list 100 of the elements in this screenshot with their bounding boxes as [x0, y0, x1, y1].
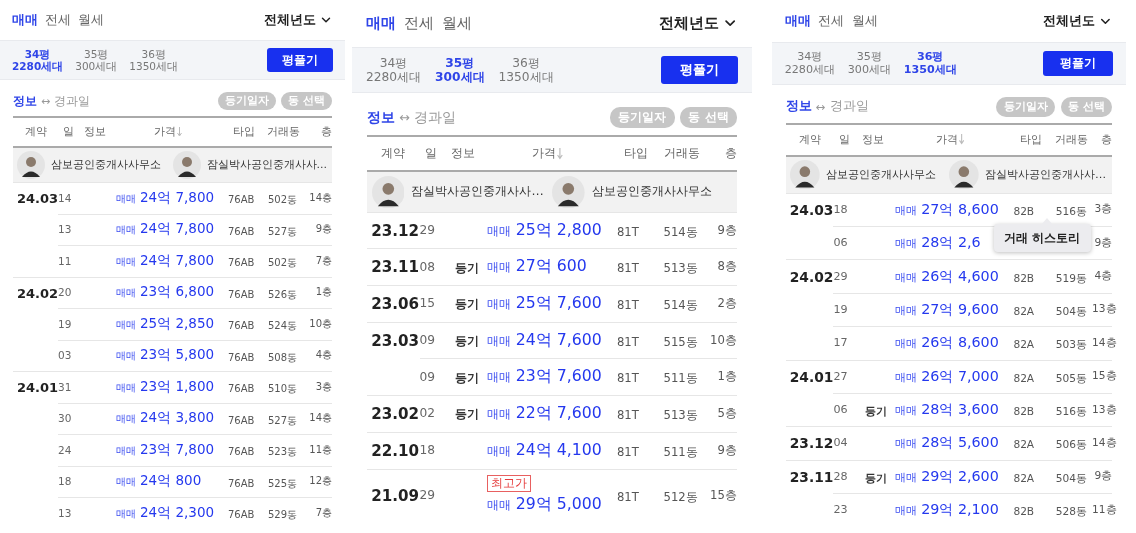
deal-tab[interactable]: 전세	[45, 11, 71, 29]
column-header[interactable]: 정보	[78, 125, 112, 139]
size-button[interactable]: 평풀기	[1043, 50, 1114, 77]
deal-price[interactable]: 24억 4,100	[515, 439, 602, 461]
floor-number: 3층	[314, 379, 332, 394]
deal-price[interactable]: 23억 7,800	[140, 440, 215, 459]
deal-price[interactable]: 24억 2,300	[140, 503, 215, 522]
size-option[interactable]: 34평 2280세대	[12, 47, 64, 73]
deal-price[interactable]: 27억 9,600	[921, 299, 999, 319]
building-number: 510동	[267, 383, 298, 395]
deal-tab[interactable]: 매매	[784, 12, 811, 31]
deal-price[interactable]: 26억 4,600	[921, 266, 999, 286]
size-area: 36평	[512, 55, 540, 70]
contract-day: 30	[58, 412, 78, 425]
column-header[interactable]: 가격	[154, 125, 176, 139]
deal-price[interactable]: 29억 2,600	[921, 466, 999, 486]
floor-number: 4층	[314, 348, 332, 363]
column-header[interactable]: 일	[419, 145, 443, 163]
deal-price[interactable]: 25억 7,600	[515, 292, 602, 314]
deal-price[interactable]: 26억 7,000	[921, 366, 999, 386]
column-header[interactable]: 가격	[935, 132, 958, 148]
column-header[interactable]: 정보	[442, 145, 483, 163]
agent-name[interactable]: 삼보공인중개사사무소	[51, 158, 161, 172]
deal-price[interactable]: 29억 5,000	[515, 494, 602, 516]
column-header[interactable]: 일	[58, 125, 78, 139]
deal-price[interactable]: 29억 2,100	[921, 500, 999, 520]
agent-name[interactable]: 삼보공인중개사사무소	[826, 167, 937, 183]
size-option[interactable]: 35평 300세대	[847, 50, 891, 77]
deal-price[interactable]: 23억 1,800	[140, 377, 215, 396]
size-option[interactable]: 36평 1350세대	[903, 50, 957, 77]
agent-name[interactable]: 잠실박사공인중개사사…	[206, 158, 327, 172]
column-header[interactable]: 계약	[785, 132, 834, 148]
deal-price[interactable]: 26억 8,600	[921, 333, 999, 353]
deal-price[interactable]: 23억 7,600	[515, 366, 602, 388]
column-header[interactable]: 층	[1092, 132, 1113, 148]
column-header[interactable]: 타입	[224, 125, 264, 139]
deal-price[interactable]: 22억 7,600	[515, 402, 602, 424]
size-option[interactable]: 36평 1350세대	[129, 47, 178, 73]
view-toggle[interactable]: 정보	[13, 92, 37, 110]
deal-price[interactable]: 24억 7,800	[140, 251, 215, 270]
building-number: 512동	[662, 489, 698, 504]
registry-label: 등기	[453, 407, 479, 422]
column-header[interactable]: 계약	[367, 145, 420, 163]
building-number: 528동	[1054, 505, 1087, 518]
deal-tab[interactable]: 매매	[12, 11, 38, 29]
column-header[interactable]: 가격	[532, 145, 557, 163]
deal-price[interactable]: 24억 3,800	[140, 409, 215, 428]
view-toggle[interactable]: 정보	[785, 98, 812, 116]
deal-price[interactable]: 28억 2,6	[921, 233, 981, 253]
year-filter[interactable]: 전체년도	[658, 13, 739, 33]
deal-price[interactable]: 27억 8,600	[921, 199, 999, 219]
deal-price[interactable]: 28억 5,600	[921, 433, 999, 453]
deal-tab[interactable]: 매매	[365, 13, 396, 33]
contract-day: 31	[58, 380, 78, 393]
deal-price[interactable]: 25억 2,800	[515, 219, 602, 241]
deal-tab[interactable]: 전세	[404, 13, 435, 33]
deal-price[interactable]: 25억 2,850	[140, 314, 215, 333]
deal-tab[interactable]: 월세	[851, 12, 878, 31]
deal-price[interactable]: 24억 7,800	[140, 188, 215, 207]
deal-tab[interactable]: 전세	[818, 12, 845, 31]
deal-price[interactable]: 24억 7,600	[515, 329, 602, 351]
floor-number: 13층	[1092, 302, 1117, 317]
floor-number: 9층	[314, 222, 332, 237]
contract-day: 09	[419, 369, 443, 384]
view-toggle[interactable]: 정보	[367, 108, 396, 127]
agent-name[interactable]: 잠실박사공인중개사사…	[985, 167, 1107, 183]
column-header[interactable]: 일	[833, 132, 855, 148]
agent-name[interactable]: 삼보공인중개사사무소	[591, 183, 712, 201]
deal-tab[interactable]: 월세	[442, 13, 473, 33]
column-header[interactable]: 거래동	[1051, 132, 1093, 148]
deal-price[interactable]: 28억 3,600	[921, 400, 999, 420]
deal-price[interactable]: 24억 7,800	[140, 220, 215, 239]
column-header[interactable]: 층	[703, 145, 737, 163]
year-filter[interactable]: 전체년도	[1043, 12, 1114, 31]
contract-day: 23	[833, 503, 855, 517]
column-header[interactable]: 거래동	[659, 145, 704, 163]
column-header[interactable]: 계약	[13, 125, 58, 139]
size-option[interactable]: 35평 300세대	[75, 47, 118, 73]
size-option[interactable]: 34평 2280세대	[365, 55, 422, 84]
deal-price[interactable]: 23억 5,800	[140, 346, 215, 365]
column-header[interactable]: 거래동	[264, 125, 302, 139]
unit-type: 82B	[1012, 405, 1035, 418]
column-header[interactable]: 타입	[612, 145, 660, 163]
size-button[interactable]: 평풀기	[661, 55, 739, 84]
deal-price[interactable]: 23억 6,800	[140, 283, 215, 302]
agent-name[interactable]: 잠실박사공인중개사사…	[411, 183, 544, 201]
size-button[interactable]: 평풀기	[267, 48, 333, 72]
column-header[interactable]: 정보	[854, 132, 891, 148]
size-option[interactable]: 36평 1350세대	[498, 55, 554, 84]
deal-price[interactable]: 24억 800	[140, 472, 202, 491]
column-header[interactable]: 층	[302, 125, 332, 139]
column-header[interactable]: 타입	[1009, 132, 1052, 148]
deal-price[interactable]: 27억 600	[515, 256, 587, 278]
floor-number: 8층	[716, 259, 737, 275]
size-option[interactable]: 34평 2280세대	[784, 50, 836, 77]
deal-tab[interactable]: 월세	[78, 11, 104, 29]
deal-type: 매매	[487, 260, 512, 276]
year-filter[interactable]: 전체년도	[264, 11, 333, 29]
size-option[interactable]: 35평 300세대	[435, 55, 485, 84]
agent-avatar	[371, 175, 405, 209]
